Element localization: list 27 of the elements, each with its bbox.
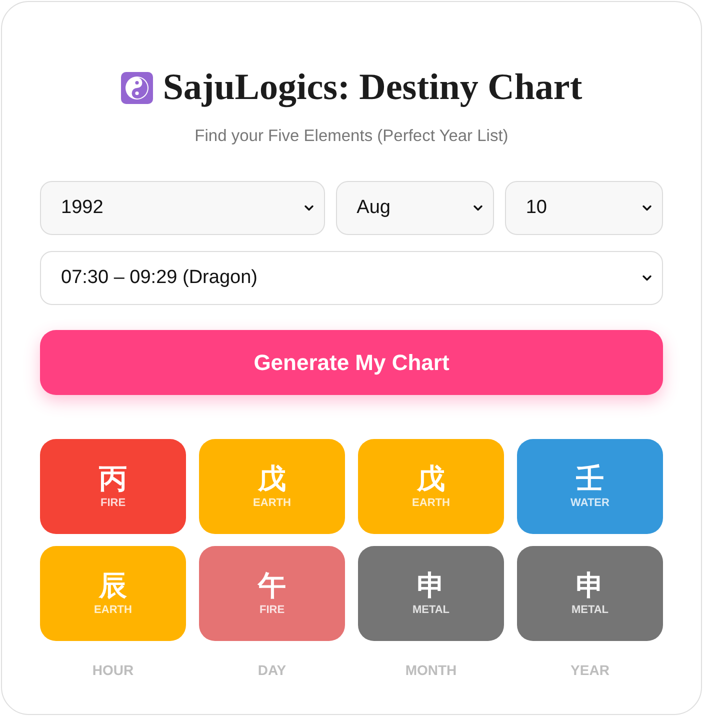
pillar-column-label: MONTH	[405, 661, 457, 680]
stem-character: 壬	[576, 463, 604, 495]
birth-time-select[interactable]: 07:30 – 09:29 (Dragon)	[40, 251, 663, 305]
branch-character: 申	[576, 570, 604, 602]
page-title: SajuLogics: Destiny Chart	[162, 68, 582, 108]
page-subtitle: Find your Five Elements (Perfect Year List)	[194, 126, 508, 147]
element-label: EARTH	[412, 497, 450, 510]
yin-yang-icon	[120, 72, 153, 104]
year-select[interactable]: 1992	[40, 181, 325, 235]
pillar-column-label: DAY	[258, 661, 286, 680]
element-label: METAL	[571, 604, 609, 617]
branch-character: 辰	[99, 570, 127, 602]
branch-character: 申	[417, 570, 445, 602]
element-label: WATER	[570, 497, 610, 510]
element-label: FIRE	[100, 497, 126, 510]
element-label: METAL	[412, 604, 450, 617]
stem-character: 戊	[258, 463, 286, 495]
element-label: FIRE	[259, 604, 285, 617]
element-label: EARTH	[94, 604, 132, 617]
pillar-column-label: HOUR	[92, 661, 134, 680]
pillar-column-label: YEAR	[570, 661, 610, 680]
element-label: EARTH	[253, 497, 291, 510]
branch-character: 午	[258, 570, 286, 602]
stem-character: 戊	[417, 463, 445, 495]
stem-character: 丙	[99, 463, 127, 495]
day-select[interactable]: 10	[504, 181, 663, 235]
month-select[interactable]: Aug	[336, 181, 494, 235]
